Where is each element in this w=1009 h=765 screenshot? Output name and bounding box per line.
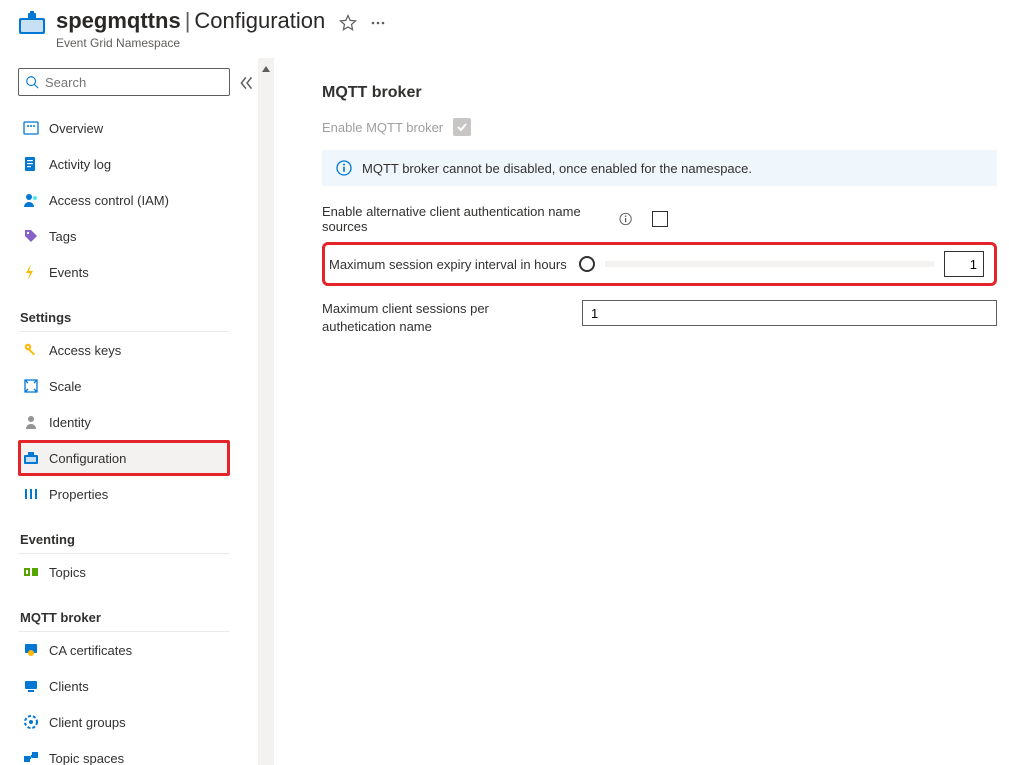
nav-item-label: Topics <box>49 565 86 580</box>
session-expiry-slider[interactable] <box>605 261 934 267</box>
nav-item-identity[interactable]: Identity <box>18 404 230 440</box>
config-icon <box>23 450 39 466</box>
client-groups-icon <box>23 714 39 730</box>
nav-item-label: Topic spaces <box>49 751 124 765</box>
activity-log-icon <box>23 156 39 172</box>
session-expiry-label: Maximum session expiry interval in hours <box>329 257 579 272</box>
blade-name: Configuration <box>194 8 325 34</box>
nav-item-overview[interactable]: Overview <box>18 110 230 146</box>
nav-item-label: Overview <box>49 121 103 136</box>
key-icon <box>23 342 39 358</box>
topic-spaces-icon <box>23 750 39 765</box>
info-message: MQTT broker cannot be disabled, once ena… <box>362 161 752 176</box>
info-icon <box>336 160 352 176</box>
properties-icon <box>23 486 39 502</box>
nav-item-label: Access keys <box>49 343 121 358</box>
max-sessions-input[interactable] <box>582 300 997 326</box>
resource-subtype: Event Grid Namespace <box>56 36 325 50</box>
main-content: MQTT broker Enable MQTT broker MQTT brok… <box>274 58 1009 765</box>
nav-heading: Settings <box>18 304 230 332</box>
max-sessions-label: Maximum client sessions per autheticatio… <box>322 300 582 335</box>
events-icon <box>23 264 39 280</box>
search-field[interactable] <box>45 75 223 90</box>
more-actions-icon[interactable] <box>369 14 387 32</box>
nav-item-clients[interactable]: Clients <box>18 668 230 704</box>
nav-item-client-groups[interactable]: Client groups <box>18 704 230 740</box>
nav-item-label: Client groups <box>49 715 126 730</box>
nav-item-label: Activity log <box>49 157 111 172</box>
overview-icon <box>23 120 39 136</box>
scale-icon <box>23 378 39 394</box>
identity-icon <box>23 414 39 430</box>
session-expiry-row: Maximum session expiry interval in hours <box>322 242 997 286</box>
nav-item-label: Scale <box>49 379 82 394</box>
enable-broker-label: Enable MQTT broker <box>322 120 443 135</box>
nav-item-label: Events <box>49 265 89 280</box>
section-title: MQTT broker <box>322 84 997 102</box>
nav-item-events[interactable]: Events <box>18 254 230 290</box>
resource-name: spegmqttns <box>56 8 181 34</box>
nav-item-scale[interactable]: Scale <box>18 368 230 404</box>
nav-item-configuration[interactable]: Configuration <box>18 440 230 476</box>
nav-item-ca-certificates[interactable]: CA certificates <box>18 632 230 668</box>
nav-item-label: Identity <box>49 415 91 430</box>
nav-item-topic-spaces[interactable]: Topic spaces <box>18 740 230 765</box>
sidebar-scrollbar[interactable] <box>258 58 274 765</box>
tags-icon <box>23 228 39 244</box>
iam-icon <box>23 192 39 208</box>
nav-item-label: Tags <box>49 229 76 244</box>
nav-item-label: Configuration <box>49 451 126 466</box>
nav-item-label: Clients <box>49 679 89 694</box>
favorite-icon[interactable] <box>339 14 357 32</box>
info-banner: MQTT broker cannot be disabled, once ena… <box>322 150 997 186</box>
session-expiry-value[interactable] <box>944 251 984 277</box>
search-icon <box>25 75 39 89</box>
nav-item-label: Properties <box>49 487 108 502</box>
nav-item-properties[interactable]: Properties <box>18 476 230 512</box>
topics-icon <box>23 564 39 580</box>
alt-auth-checkbox[interactable] <box>652 211 668 227</box>
page-title: spegmqttns | Configuration <box>56 8 325 34</box>
help-icon[interactable] <box>619 212 632 226</box>
nav-item-label: Access control (IAM) <box>49 193 169 208</box>
search-input[interactable] <box>18 68 230 96</box>
nav-item-access-control[interactable]: Access control (IAM) <box>18 182 230 218</box>
resource-type-icon <box>18 10 46 38</box>
navigation-sidebar: Overview Activity log Access control (IAM)… <box>0 58 230 765</box>
clients-icon <box>23 678 39 694</box>
nav-item-activity-log[interactable]: Activity log <box>18 146 230 182</box>
nav-item-tags[interactable]: Tags <box>18 218 230 254</box>
nav-heading: Eventing <box>18 526 230 554</box>
page-header: spegmqttns | Configuration Event Grid Na… <box>0 2 1009 58</box>
alt-auth-label: Enable alternative client authentication… <box>322 204 632 234</box>
nav-item-access-keys[interactable]: Access keys <box>18 332 230 368</box>
nav-item-label: CA certificates <box>49 643 132 658</box>
nav-item-topics[interactable]: Topics <box>18 554 230 590</box>
collapse-sidebar-button[interactable] <box>238 74 256 92</box>
enable-broker-checkbox <box>453 118 471 136</box>
session-expiry-slider-handle[interactable] <box>579 256 595 272</box>
nav-heading: MQTT broker <box>18 604 230 632</box>
cert-icon <box>23 642 39 658</box>
